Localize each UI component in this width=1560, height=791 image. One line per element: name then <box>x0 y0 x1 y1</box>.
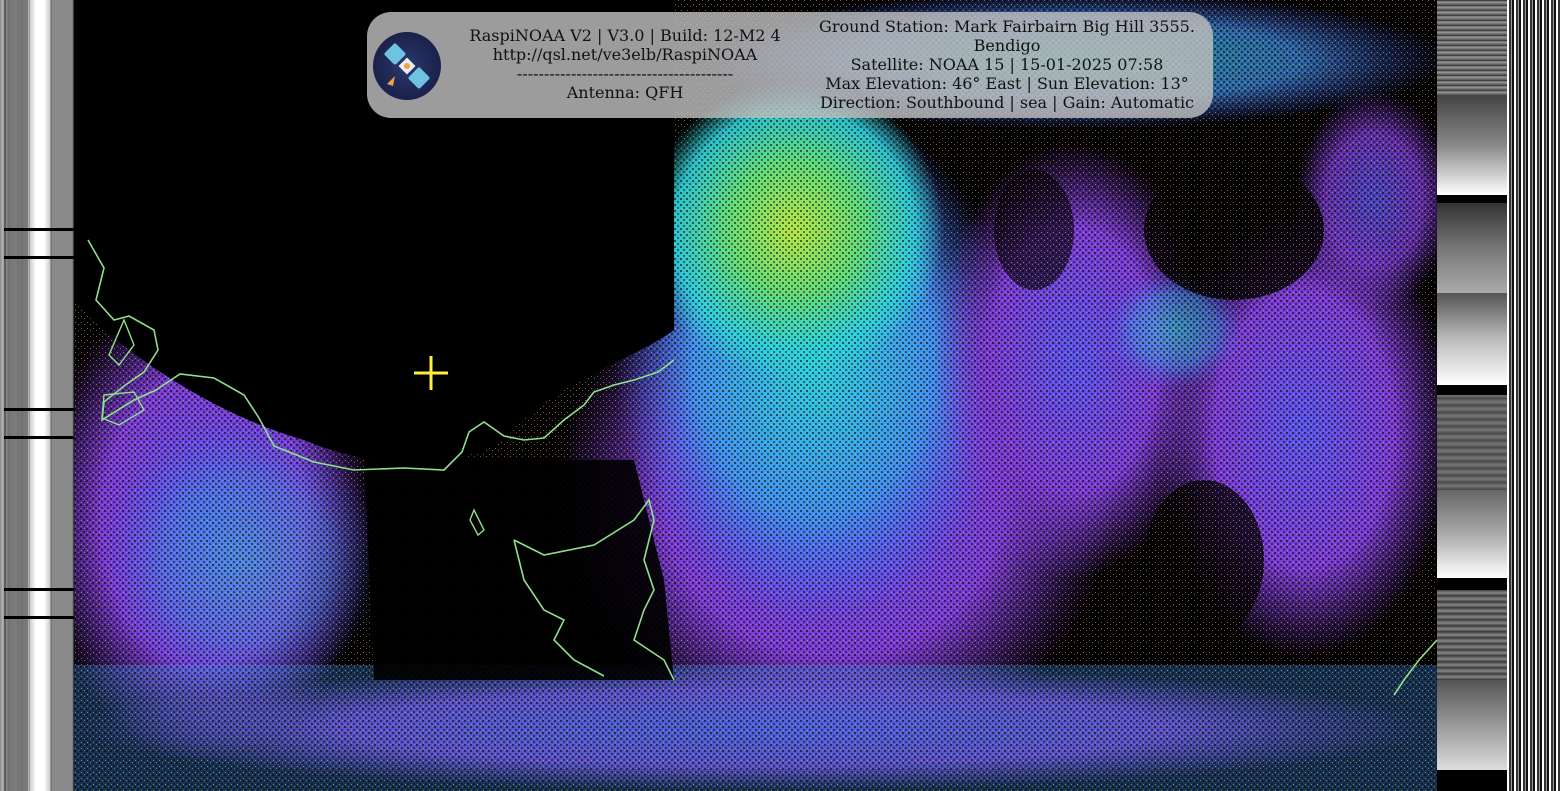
sync-line <box>4 436 74 439</box>
sync-line <box>4 616 74 619</box>
right-telemetry-strip <box>1437 0 1560 791</box>
pass-info: Ground Station: Mark Fairbairn Big Hill … <box>807 17 1207 112</box>
info-line: ---------------------------------------- <box>516 64 734 83</box>
sync-line <box>4 408 74 411</box>
telemetry-band <box>52 0 72 791</box>
left-telemetry-strip <box>0 0 74 791</box>
info-line: Antenna: QFH <box>566 83 684 102</box>
info-line: http://qsl.net/ve3elb/RaspiNOAA <box>492 45 758 64</box>
info-line: Direction: Southbound | sea | Gain: Auto… <box>819 93 1195 112</box>
info-line: Bendigo <box>973 36 1041 55</box>
satellite-image <box>74 0 1437 791</box>
info-line: Ground Station: Mark Fairbairn Big Hill … <box>819 17 1195 36</box>
info-line: Satellite: NOAA 15 | 15-01-2025 07:58 <box>850 55 1164 74</box>
telemetry-band <box>8 0 28 791</box>
clear-sky <box>364 460 674 680</box>
software-info: RaspiNOAA V2 | V3.0 | Build: 12-M2 4 htt… <box>455 26 795 102</box>
telemetry-sync-stripes <box>1507 0 1560 791</box>
sync-line <box>4 588 74 591</box>
info-line: Max Elevation: 46° East | Sun Elevation:… <box>825 74 1189 93</box>
pass-info-overlay: RaspiNOAA V2 | V3.0 | Build: 12-M2 4 htt… <box>367 12 1213 118</box>
sync-line <box>4 228 74 231</box>
crosshair-icon <box>414 356 448 390</box>
info-line: RaspiNOAA V2 | V3.0 | Build: 12-M2 4 <box>469 26 781 45</box>
satellite-image-svg <box>74 0 1437 791</box>
telemetry-band <box>30 0 50 791</box>
satellite-icon <box>373 32 441 100</box>
telemetry-wedges <box>1437 0 1507 791</box>
sync-line <box>4 256 74 259</box>
